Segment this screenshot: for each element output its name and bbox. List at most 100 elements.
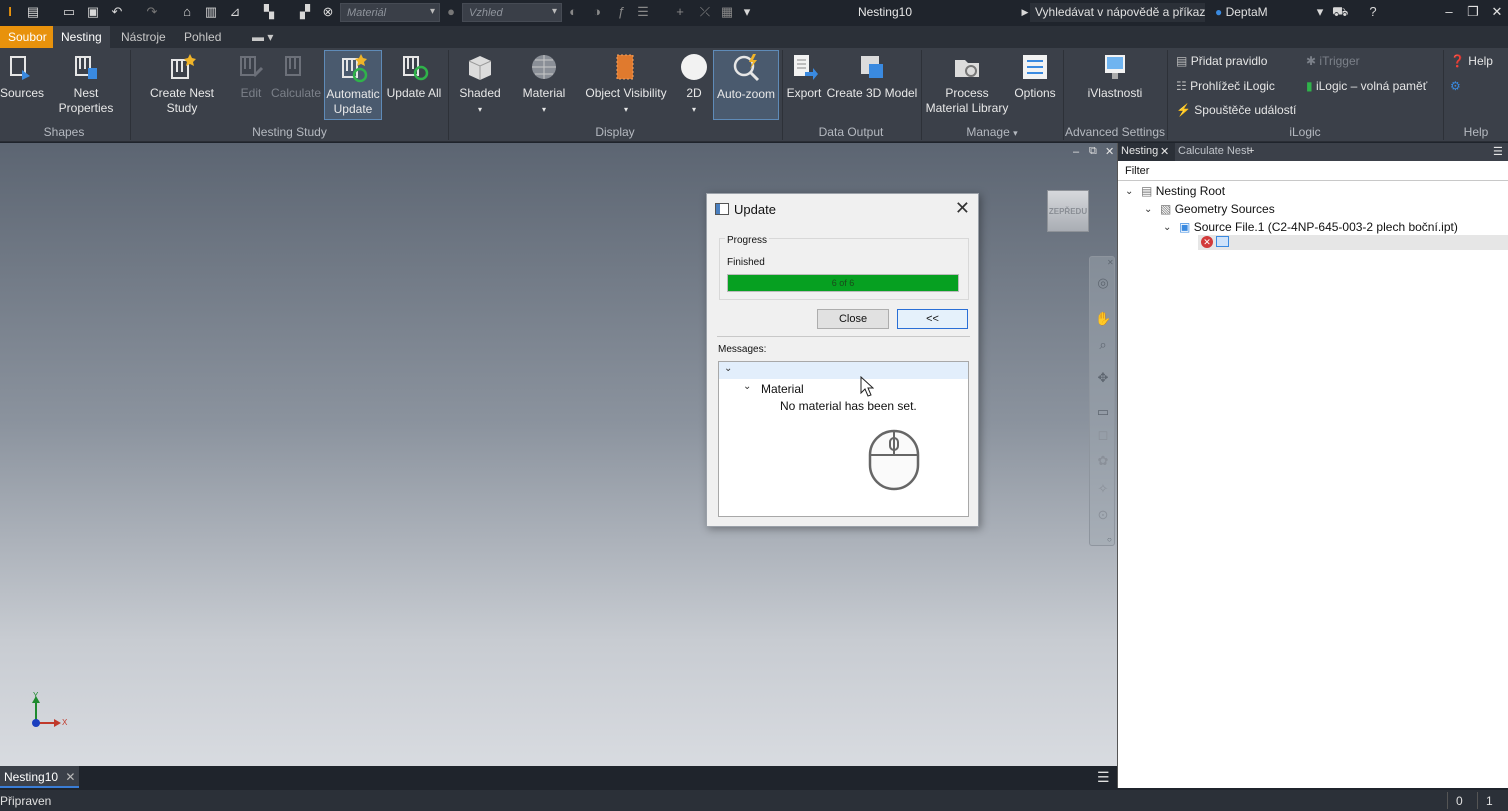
home-icon[interactable]: ⌂	[180, 5, 194, 19]
close-tab-icon[interactable]: ✕	[1160, 145, 1169, 158]
appearance-combo[interactable]: Vzhled ▾	[462, 3, 562, 22]
tab-nastroje[interactable]: Nástroje	[113, 26, 174, 48]
browser-tab-calculate-nest[interactable]: Calculate Nest	[1178, 145, 1250, 157]
pridat-pravidlo-button[interactable]: ▤ Přidat pravidlo	[1176, 54, 1267, 68]
spoustece-udalosti-button[interactable]: ⚡ Spouštěče událostí	[1176, 103, 1296, 117]
viewport-restore-icon[interactable]: ⧉	[1089, 145, 1097, 158]
update-all-button[interactable]: Update All	[384, 52, 444, 101]
tree-item-source-file[interactable]: ▣ Source File.1 (C2-4NP-645-003-2 plech …	[1179, 220, 1458, 234]
cart-icon[interactable]: ⛟	[1332, 5, 1348, 19]
messages-tree[interactable]: ⌄ ⌄ Material No material has been set.	[718, 361, 969, 517]
chevron-down-icon[interactable]: ⌄	[1163, 222, 1171, 233]
group-manage[interactable]: Manage ▾	[922, 125, 1062, 139]
material-button[interactable]: Material ▾	[518, 52, 570, 117]
center-icon[interactable]: ✧	[1095, 481, 1111, 497]
user-account[interactable]: ● DeptaM	[1215, 5, 1268, 19]
nest-properties-button[interactable]: Nest Properties	[45, 52, 127, 116]
zoom-window-icon[interactable]: ⊙	[1095, 507, 1111, 523]
browser-tab-nesting[interactable]: Nesting ✕	[1118, 143, 1175, 161]
create-nest-study-button[interactable]: Create Nest Study	[134, 52, 230, 116]
tab-soubor[interactable]: Soubor	[0, 26, 55, 48]
options-button[interactable]: Options	[1012, 52, 1058, 101]
viewcube[interactable]: ZEPŘEDU	[1047, 190, 1089, 232]
help-search-input[interactable]: Vyhledávat v nápovědě a příkaz	[1030, 3, 1205, 22]
messages-root-row[interactable]: ⌄	[719, 362, 968, 379]
help-gear-icon[interactable]: ⚙	[1450, 79, 1461, 93]
itrigger-button[interactable]: ✱ iTrigger	[1306, 54, 1360, 68]
ivlastnosti-button[interactable]: iVlastnosti	[1080, 52, 1150, 101]
help-question-icon[interactable]: ?	[1366, 5, 1380, 19]
close-window-button[interactable]: ✕	[1488, 3, 1506, 21]
save-icon[interactable]: ▣	[86, 5, 100, 19]
clear-icon[interactable]: ⊗	[321, 5, 335, 19]
update-icon[interactable]: ▥	[204, 5, 218, 19]
chevron-down-icon[interactable]: ⌄	[724, 363, 732, 374]
automatic-update-button[interactable]: Automatic Update	[324, 50, 382, 120]
clear-override-icon[interactable]: ◑	[590, 5, 604, 19]
adjust-icon[interactable]: ◐	[566, 5, 580, 19]
pan-hand-icon[interactable]: ✋	[1095, 311, 1111, 327]
ilogic-volna-pamet-button[interactable]: ▮ iLogic – volná paměť	[1306, 79, 1427, 93]
ribbon-options-icon[interactable]: ▬ ▾	[244, 26, 281, 48]
zoom-icon[interactable]: ⌕	[1095, 337, 1111, 353]
browser-filter[interactable]: Filter	[1118, 161, 1508, 181]
steering-wheel-icon[interactable]: ◎	[1095, 275, 1111, 291]
navbar-close-icon[interactable]: ✕	[1107, 258, 1114, 267]
axis-x-label: X	[62, 718, 68, 727]
document-tab[interactable]: Nesting10 ✕	[0, 766, 80, 788]
restore-button[interactable]: ❐	[1464, 3, 1482, 21]
redo-icon[interactable]: ↷	[145, 5, 159, 19]
minimize-button[interactable]: –	[1440, 3, 1458, 21]
tree-item-nesting-root[interactable]: ▤ Nesting Root	[1141, 184, 1225, 198]
dialog-close-icon[interactable]: ✕	[955, 198, 970, 219]
chevron-down-icon[interactable]: ⌄	[743, 381, 751, 392]
undo-icon[interactable]: ↶	[110, 5, 124, 19]
2d-button[interactable]: 2D ▾	[678, 52, 710, 117]
measure-icon[interactable]: ⊿	[228, 5, 242, 19]
document-menu-icon[interactable]: ☰	[1097, 769, 1110, 786]
tree-item-error-row[interactable]: ✕	[1198, 235, 1508, 250]
look-at-icon[interactable]: ▭	[1095, 404, 1111, 420]
export-icon[interactable]: ▦	[720, 5, 734, 19]
viewport-minimize-icon[interactable]: –	[1073, 146, 1079, 158]
prohlizec-ilogic-button[interactable]: ☷ Prohlížeč iLogic	[1176, 79, 1275, 93]
tab-nesting[interactable]: Nesting	[53, 26, 110, 48]
select-icon[interactable]: ▚	[262, 5, 276, 19]
browser-menu-icon[interactable]: ☰	[1493, 145, 1503, 158]
calculate-button[interactable]: Calculate	[270, 52, 322, 101]
tree-item-geometry-sources[interactable]: ▧ Geometry Sources	[1160, 202, 1275, 216]
chevron-down-icon[interactable]: ⌄	[1144, 204, 1152, 215]
process-material-library-button[interactable]: Process Material Library	[924, 52, 1010, 116]
material-combo[interactable]: Materiál ▾	[340, 3, 440, 22]
shaded-button[interactable]: Shaded ▾	[454, 52, 506, 117]
orbit-icon[interactable]: ✥	[1095, 370, 1111, 386]
tab-pohled[interactable]: Pohled	[176, 26, 229, 48]
sources-button[interactable]: Sources	[0, 52, 44, 101]
viewport-close-icon[interactable]: ✕	[1105, 145, 1114, 158]
add-tab-icon[interactable]: +	[1248, 145, 1254, 157]
create-3d-model-button[interactable]: Create 3D Model	[826, 52, 918, 101]
params-icon[interactable]: ☰	[636, 5, 650, 19]
new-file-icon[interactable]: ▤	[26, 5, 40, 19]
fx-icon[interactable]: ƒ	[614, 5, 628, 19]
export-label: Export	[786, 86, 822, 100]
customize-icon[interactable]: ▾	[740, 5, 754, 19]
navbar-options-icon[interactable]: ○	[1107, 535, 1112, 544]
help-button[interactable]: ❓ Help	[1450, 54, 1493, 68]
freeorbit-icon[interactable]: ✿	[1095, 453, 1111, 469]
auto-zoom-button[interactable]: Auto-zoom	[713, 50, 779, 120]
close-tab-icon[interactable]: ✕	[65, 770, 75, 784]
export-doc-icon	[794, 55, 818, 80]
open-folder-icon[interactable]: ▭	[62, 5, 76, 19]
chevron-down-icon[interactable]: ▾	[1313, 5, 1327, 19]
export-button[interactable]: Export	[784, 52, 824, 101]
object-visibility-button[interactable]: Object Visibility ▾	[582, 52, 670, 117]
edit-button[interactable]: Edit	[234, 52, 268, 101]
close-button[interactable]: Close	[817, 309, 889, 329]
sketch-icon[interactable]: ▞	[298, 5, 312, 19]
zoom-all-icon[interactable]: ◻	[1095, 427, 1111, 443]
plus-icon[interactable]: +	[673, 5, 687, 19]
collapse-button[interactable]: <<	[897, 309, 968, 329]
trim-icon[interactable]: ⤫	[698, 5, 712, 19]
chevron-down-icon[interactable]: ⌄	[1125, 186, 1133, 197]
